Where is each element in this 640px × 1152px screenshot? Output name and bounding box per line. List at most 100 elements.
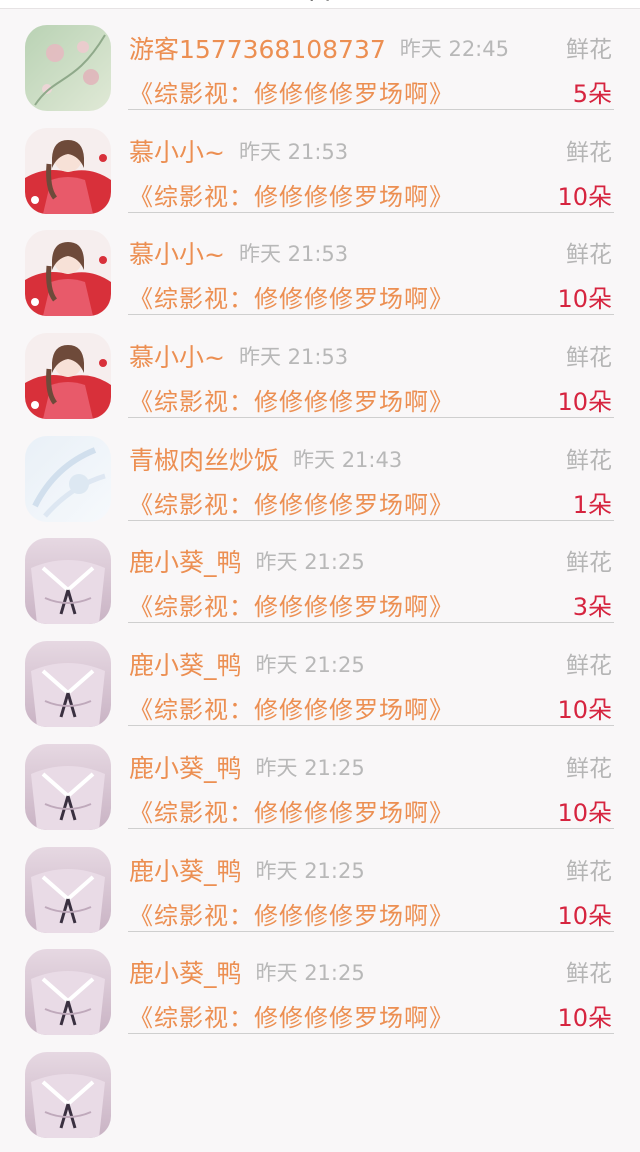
- timestamp: 昨天 21:25: [255, 755, 365, 780]
- item-header-line: 慕小小~ 昨天 21:53 鲜花: [129, 235, 612, 269]
- book-title-link[interactable]: 《综影视：修修修修罗场啊》: [129, 491, 454, 519]
- book-title-link[interactable]: 《综影视：修修修修罗场啊》: [129, 388, 454, 416]
- user-name[interactable]: 慕小小~: [129, 343, 225, 372]
- item-header-line: 鹿小葵_鸭 昨天 21:25 鲜花: [129, 954, 612, 988]
- timestamp: 昨天 21:53: [238, 139, 349, 164]
- gift-type-label: 鲜花: [566, 139, 612, 166]
- book-title-link[interactable]: 《综影视：修修修修罗场啊》: [129, 80, 454, 108]
- item-header-line: 鹿小葵_鸭 昨天 21:25 鲜花: [129, 852, 612, 886]
- flower-count: 10朵: [557, 1004, 612, 1033]
- sailor-girl-avatar[interactable]: [25, 743, 111, 830]
- item-header-line: 慕小小~ 昨天 21:53 鲜花: [129, 133, 612, 167]
- gift-record-list: 游客1577368108737 昨天 22:45 鲜花 《综影视：修修修修罗场啊》 5朵…: [0, 22, 640, 1152]
- sailor-girl-avatar[interactable]: [25, 641, 111, 728]
- red-dress-girl-avatar[interactable]: [25, 230, 111, 317]
- flower-count: 10朵: [557, 798, 612, 827]
- gift-type-label: 鲜花: [566, 755, 612, 782]
- row-divider: [128, 519, 614, 521]
- timestamp: 昨天 21:53: [238, 242, 349, 267]
- item-header-line: 鹿小葵_鸭 昨天 21:25 鲜花: [129, 543, 612, 577]
- list-item[interactable]: 青椒肉丝炒饭 昨天 21:43 鲜花《综影视：修修修修罗场啊》 1朵: [0, 433, 640, 536]
- gift-type-label: 鲜花: [566, 858, 612, 885]
- list-item[interactable]: [0, 1049, 640, 1152]
- gift-type-label: 鲜花: [566, 345, 612, 372]
- item-detail-line: 《综影视：修修修修罗场啊》 10朵: [129, 279, 612, 313]
- sailor-girl-avatar[interactable]: [25, 1051, 111, 1138]
- user-name[interactable]: 鹿小葵_鸭: [129, 548, 242, 577]
- list-item[interactable]: 鹿小葵_鸭 昨天 21:25 鲜花《综影视：修修修修罗场啊》 10朵: [0, 638, 640, 741]
- item-detail-line: 《综影视：修修修修罗场啊》 3朵: [129, 587, 612, 621]
- user-name[interactable]: 鹿小葵_鸭: [129, 754, 242, 783]
- timestamp: 昨天 21:53: [238, 345, 349, 370]
- item-header-line: 鹿小葵_鸭 昨天 21:25 鲜花: [129, 749, 612, 783]
- item-detail-line: 《综影视：修修修修罗场啊》 10朵: [129, 177, 612, 211]
- list-item[interactable]: 鹿小葵_鸭 昨天 21:25 鲜花《综影视：修修修修罗场啊》 3朵: [0, 535, 640, 638]
- user-name[interactable]: 鹿小葵_鸭: [129, 857, 242, 886]
- row-divider: [128, 417, 614, 419]
- item-header-line: 鹿小葵_鸭 昨天 21:25 鲜花: [129, 646, 612, 680]
- item-header-line: 慕小小~ 昨天 21:53 鲜花: [129, 338, 612, 372]
- pale-blue-avatar[interactable]: [25, 435, 111, 522]
- red-dress-girl-avatar[interactable]: [25, 127, 111, 214]
- timestamp: 昨天 21:25: [255, 858, 365, 883]
- item-detail-line: 《综影视：修修修修罗场啊》 10朵: [129, 690, 612, 724]
- timestamp: 昨天 21:25: [255, 550, 365, 575]
- flower-count: 10朵: [557, 285, 612, 314]
- user-name[interactable]: 慕小小~: [129, 240, 225, 269]
- gift-type-label: 鲜花: [566, 447, 612, 474]
- book-title-link[interactable]: 《综影视：修修修修罗场啊》: [129, 593, 454, 621]
- book-title-link[interactable]: 《综影视：修修修修罗场啊》: [129, 696, 454, 724]
- user-name[interactable]: 鹿小葵_鸭: [129, 651, 242, 680]
- user-name[interactable]: 慕小小~: [129, 138, 225, 167]
- user-name[interactable]: 游客1577368108737: [129, 35, 386, 64]
- row-divider: [128, 725, 614, 727]
- list-item[interactable]: 游客1577368108737 昨天 22:45 鲜花《综影视：修修修修罗场啊》 5朵: [0, 22, 640, 125]
- item-detail-line: 《综影视：修修修修罗场啊》 1朵: [129, 485, 612, 519]
- row-divider: [128, 109, 614, 110]
- row-divider: [128, 622, 614, 624]
- flower-count: 10朵: [557, 696, 612, 725]
- timestamp: 昨天 21:43: [293, 447, 403, 472]
- list-item[interactable]: 慕小小~ 昨天 21:53 鲜花《综影视：修修修修罗场啊》 10朵: [0, 330, 640, 433]
- list-item[interactable]: 鹿小葵_鸭 昨天 21:25 鲜花《综影视：修修修修罗场啊》 10朵: [0, 946, 640, 1049]
- book-title-link[interactable]: 《综影视：修修修修罗场啊》: [129, 183, 454, 211]
- item-header-line: 青椒肉丝炒饭 昨天 21:43 鲜花: [129, 441, 612, 475]
- list-item[interactable]: 鹿小葵_鸭 昨天 21:25 鲜花《综影视：修修修修罗场啊》 10朵: [0, 741, 640, 844]
- item-detail-line: 《综影视：修修修修罗场啊》 10朵: [129, 998, 612, 1032]
- list-item[interactable]: 慕小小~ 昨天 21:53 鲜花《综影视：修修修修罗场啊》 10朵: [0, 125, 640, 228]
- sailor-girl-avatar[interactable]: [25, 949, 111, 1036]
- timestamp: 昨天 21:25: [255, 653, 365, 678]
- flower-count: 3朵: [572, 593, 612, 622]
- timestamp: 昨天 22:45: [399, 37, 509, 61]
- item-detail-line: 《综影视：修修修修罗场啊》 5朵: [129, 74, 612, 108]
- book-title-link[interactable]: 《综影视：修修修修罗场啊》: [129, 902, 454, 930]
- gift-type-label: 鲜花: [566, 653, 612, 680]
- sailor-girl-avatar[interactable]: [25, 846, 111, 933]
- list-item[interactable]: 鹿小葵_鸭 昨天 21:25 鲜花《综影视：修修修修罗场啊》 10朵: [0, 844, 640, 947]
- item-detail-line: 《综影视：修修修修罗场啊》 10朵: [129, 896, 612, 930]
- timestamp: 昨天 21:25: [255, 961, 365, 986]
- flower-count: 10朵: [557, 182, 612, 211]
- row-divider: [128, 314, 614, 316]
- user-name[interactable]: 鹿小葵_鸭: [129, 959, 242, 988]
- book-title-link[interactable]: 《综影视：修修修修罗场啊》: [129, 285, 454, 313]
- sailor-girl-avatar[interactable]: [25, 538, 111, 625]
- item-detail-line: 《综影视：修修修修罗场啊》 10朵: [129, 382, 612, 416]
- flower-count: 10朵: [557, 901, 612, 930]
- item-detail-line: 《综影视：修修修修罗场啊》 10朵: [129, 793, 612, 827]
- book-title-link[interactable]: 《综影视：修修修修罗场啊》: [129, 1004, 454, 1032]
- flower-count: 5朵: [572, 80, 612, 108]
- gift-type-label: 鲜花: [566, 37, 612, 63]
- list-item[interactable]: 慕小小~ 昨天 21:53 鲜花《综影视：修修修修罗场啊》 10朵: [0, 227, 640, 330]
- flower-count: 10朵: [557, 388, 612, 417]
- row-divider: [128, 827, 614, 829]
- book-title-link[interactable]: 《综影视：修修修修罗场啊》: [129, 799, 454, 827]
- row-divider: [128, 930, 614, 932]
- item-header-line: 游客1577368108737 昨天 22:45 鲜花: [129, 30, 612, 64]
- gift-type-label: 鲜花: [566, 550, 612, 577]
- gift-type-label: 鲜花: [566, 242, 612, 269]
- page-title: 鲜花: [0, 0, 640, 4]
- red-dress-girl-avatar[interactable]: [25, 333, 111, 420]
- user-name[interactable]: 青椒肉丝炒饭: [129, 446, 279, 475]
- flower-blossom-avatar[interactable]: [25, 25, 111, 111]
